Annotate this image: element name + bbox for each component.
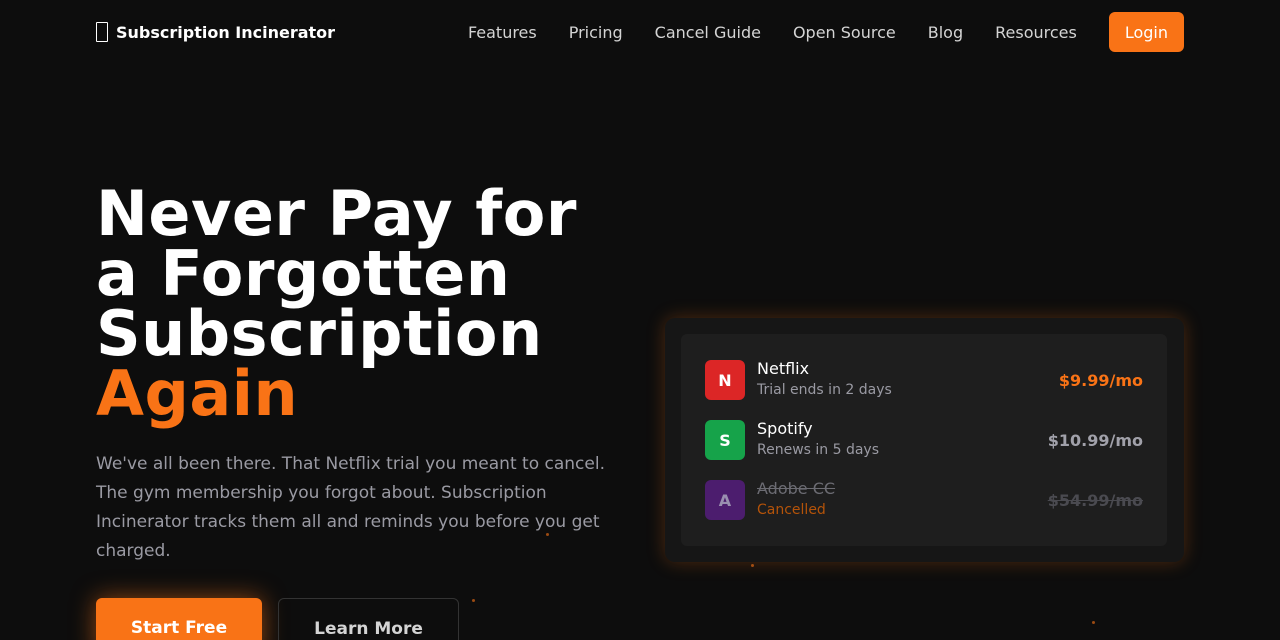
ember-particle xyxy=(472,599,475,602)
subscription-status: Trial ends in 2 days xyxy=(757,382,892,398)
brand-logo-icon xyxy=(96,22,108,42)
ember-particle xyxy=(546,533,549,536)
ember-particle xyxy=(751,564,754,567)
subscription-row-netflix: N Netflix Trial ends in 2 days $9.99/mo xyxy=(705,359,1143,401)
nav-link-open-source[interactable]: Open Source xyxy=(793,23,896,42)
subscription-info: Netflix Trial ends in 2 days xyxy=(757,359,1059,401)
landing-page: Subscription Incinerator Features Pricin… xyxy=(0,0,1280,640)
subscription-info: Adobe CC Cancelled xyxy=(757,479,1048,521)
subscription-status: Renews in 5 days xyxy=(757,442,880,458)
login-button[interactable]: Login xyxy=(1108,12,1184,52)
nav-link-features[interactable]: Features xyxy=(468,23,537,42)
netflix-logo-icon: N xyxy=(705,360,745,400)
hero-title-line: Never Pay for xyxy=(96,177,577,250)
learn-more-button[interactable]: Learn More xyxy=(278,598,459,640)
subscription-price: $9.99/mo xyxy=(1058,370,1143,390)
hero-title-accent: Again xyxy=(96,357,299,430)
adobe-logo-icon: A xyxy=(705,480,745,520)
subscription-price: $10.99/mo xyxy=(1047,430,1143,450)
hero-description: We've all been there. That Netflix trial… xyxy=(96,454,605,561)
start-free-button[interactable]: Start Free xyxy=(96,598,262,640)
subscription-row-adobe: A Adobe CC Cancelled $54.99/mo xyxy=(705,479,1143,521)
subscription-name: Netflix xyxy=(757,359,810,378)
nav-link-cancel-guide[interactable]: Cancel Guide xyxy=(655,23,761,42)
brand[interactable]: Subscription Incinerator xyxy=(96,22,335,42)
hero-title-line: a Forgotten xyxy=(96,237,511,310)
subscription-row-spotify: S Spotify Renews in 5 days $10.99/mo xyxy=(705,419,1143,461)
hero-title: Never Pay for a Forgotten Subscription A… xyxy=(96,177,656,430)
brand-name: Subscription Incinerator xyxy=(116,22,336,42)
subscription-info: Spotify Renews in 5 days xyxy=(757,419,1048,461)
nav-links: Features Pricing Cancel Guide Open Sourc… xyxy=(468,12,1184,52)
cta-row: Start Free Learn More xyxy=(96,598,459,640)
nav-link-blog[interactable]: Blog xyxy=(928,23,963,42)
subscription-name: Adobe CC xyxy=(757,479,836,498)
nav-link-pricing[interactable]: Pricing xyxy=(569,23,623,42)
ember-particle xyxy=(1092,621,1095,624)
subscription-price: $54.99/mo xyxy=(1047,490,1143,510)
nav-link-resources[interactable]: Resources xyxy=(995,23,1077,42)
subscription-preview-card: N Netflix Trial ends in 2 days $9.99/mo … xyxy=(665,318,1184,562)
top-nav: Subscription Incinerator Features Pricin… xyxy=(0,0,1280,64)
spotify-logo-icon: S xyxy=(705,420,745,460)
subscription-list: N Netflix Trial ends in 2 days $9.99/mo … xyxy=(681,334,1167,546)
subscription-name: Spotify xyxy=(757,419,813,438)
subscription-status: Cancelled xyxy=(757,502,826,518)
hero-title-line: Subscription xyxy=(96,297,543,370)
